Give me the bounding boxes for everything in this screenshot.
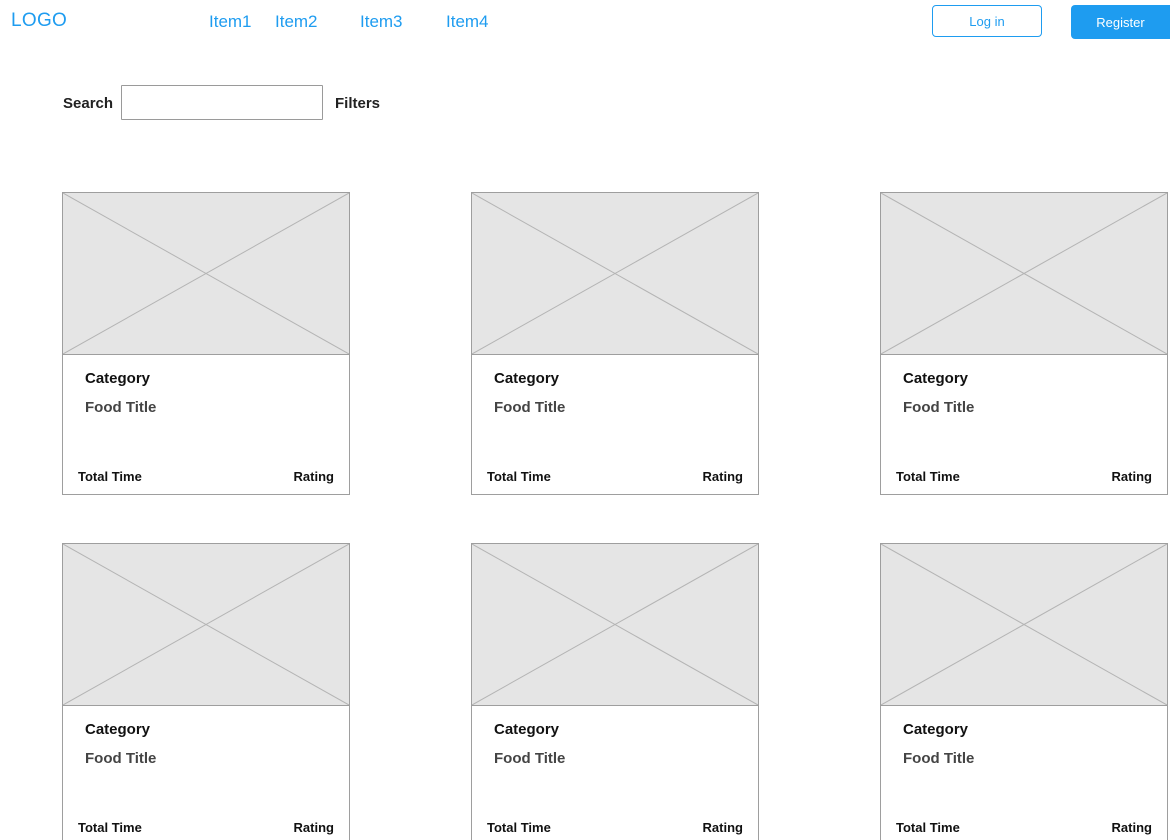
recipe-card[interactable]: Category Food Title Total Time Rating <box>471 192 759 495</box>
nav-item-2[interactable]: Item2 <box>275 12 318 32</box>
nav-item-4[interactable]: Item4 <box>446 12 489 32</box>
search-input[interactable] <box>121 85 323 120</box>
total-time-label: Total Time <box>487 469 551 484</box>
image-placeholder-icon <box>881 193 1167 355</box>
login-button[interactable]: Log in <box>932 5 1042 37</box>
total-time-label: Total Time <box>78 820 142 835</box>
recipe-card[interactable]: Category Food Title Total Time Rating <box>62 192 350 495</box>
food-title: Food Title <box>85 399 157 416</box>
search-label: Search <box>63 95 114 112</box>
card-category: Category <box>494 370 560 387</box>
recipe-card[interactable]: Category Food Title Total Time Rating <box>880 543 1168 840</box>
recipe-card[interactable]: Category Food Title Total Time Rating <box>62 543 350 840</box>
recipe-card[interactable]: Category Food Title Total Time Rating <box>880 192 1168 495</box>
nav-item-3[interactable]: Item3 <box>360 12 403 32</box>
image-placeholder-icon <box>472 193 758 355</box>
total-time-label: Total Time <box>487 820 551 835</box>
rating-label: Rating <box>1111 820 1152 835</box>
card-category: Category <box>85 370 151 387</box>
image-placeholder-icon <box>881 544 1167 706</box>
total-time-label: Total Time <box>896 469 960 484</box>
image-placeholder-icon <box>63 544 349 706</box>
image-placeholder-icon <box>472 544 758 706</box>
rating-label: Rating <box>293 820 334 835</box>
food-title: Food Title <box>903 399 975 416</box>
card-category: Category <box>903 721 969 738</box>
card-category: Category <box>494 721 560 738</box>
rating-label: Rating <box>702 469 743 484</box>
food-title: Food Title <box>494 750 566 767</box>
food-title: Food Title <box>85 750 157 767</box>
total-time-label: Total Time <box>78 469 142 484</box>
logo[interactable]: LOGO <box>11 10 67 32</box>
food-title: Food Title <box>903 750 975 767</box>
total-time-label: Total Time <box>896 820 960 835</box>
filters-button[interactable]: Filters <box>335 95 380 112</box>
rating-label: Rating <box>293 469 334 484</box>
rating-label: Rating <box>702 820 743 835</box>
register-button[interactable]: Register <box>1071 5 1170 39</box>
card-category: Category <box>903 370 969 387</box>
page: LOGO Item1 Item2 Item3 Item4 Log in Regi… <box>0 0 1170 840</box>
card-category: Category <box>85 721 151 738</box>
food-title: Food Title <box>494 399 566 416</box>
rating-label: Rating <box>1111 469 1152 484</box>
image-placeholder-icon <box>63 193 349 355</box>
nav-item-1[interactable]: Item1 <box>209 12 252 32</box>
recipe-card[interactable]: Category Food Title Total Time Rating <box>471 543 759 840</box>
